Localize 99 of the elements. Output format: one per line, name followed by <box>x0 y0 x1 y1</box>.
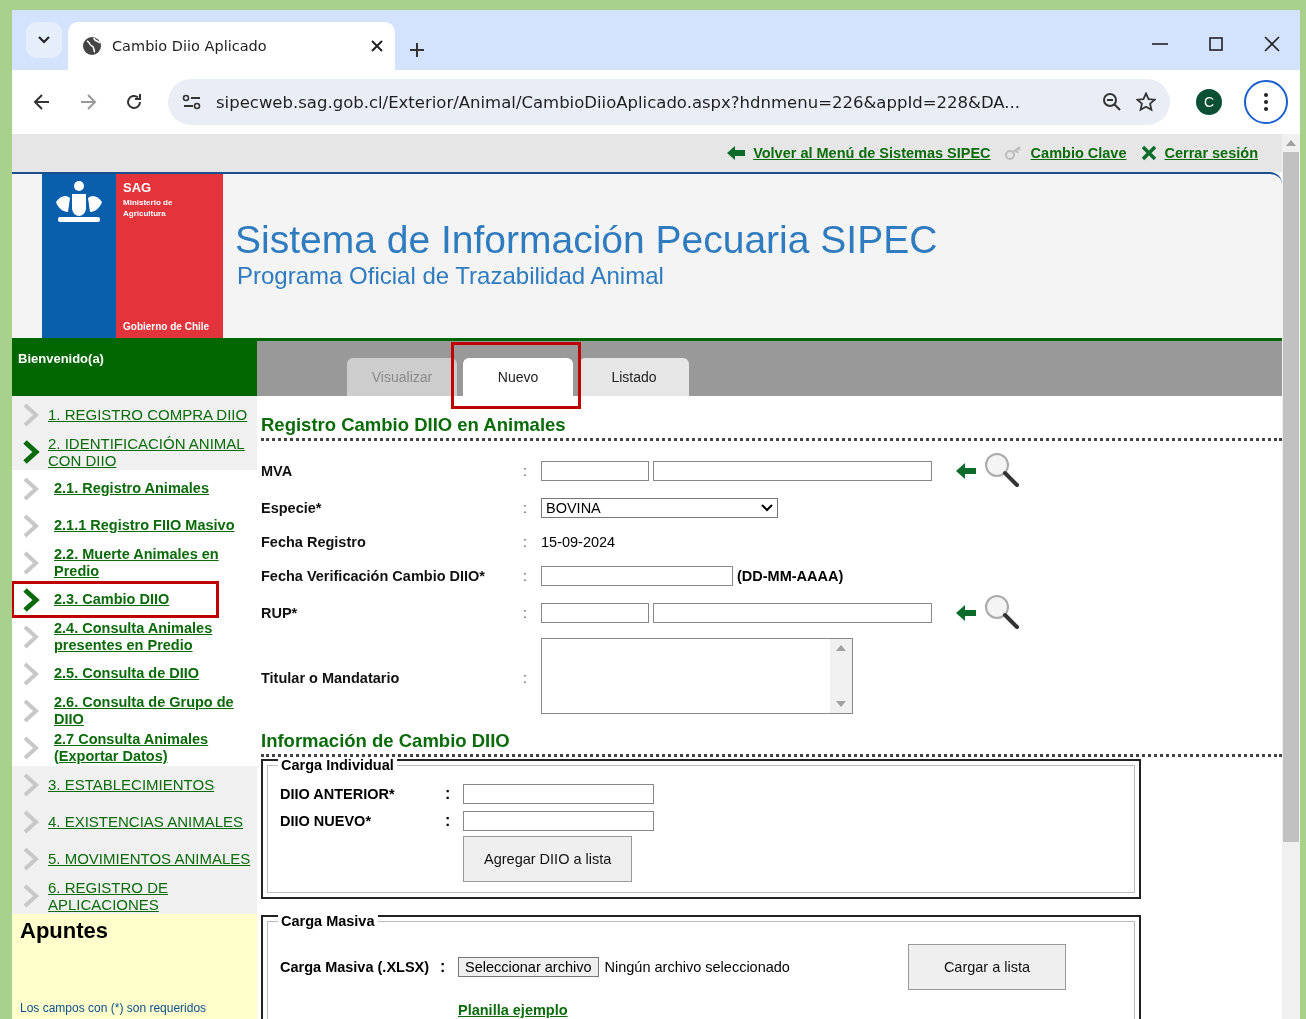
logo-text: Ministerio de Agricultura <box>123 197 174 219</box>
back-arrow-icon[interactable] <box>956 605 976 621</box>
star-icon <box>1136 92 1156 112</box>
field-colon: : <box>523 568 528 584</box>
chevron-down-icon <box>761 504 773 512</box>
menu-link[interactable]: 2.3. Cambio DIIO <box>54 591 170 608</box>
back-arrow-icon[interactable] <box>956 463 976 479</box>
field-colon: : <box>523 500 528 516</box>
menu-button[interactable] <box>1244 80 1288 124</box>
panel-legend: Carga Individual <box>278 757 397 773</box>
forward-button[interactable] <box>78 92 98 112</box>
close-tab-button[interactable] <box>371 40 383 52</box>
close-icon <box>1264 36 1280 52</box>
choose-file-button[interactable]: Seleccionar archivo <box>458 957 599 977</box>
input-field[interactable] <box>653 603 932 623</box>
menu-link[interactable]: 2.7 Consulta Animales (Exportar Datos) <box>54 730 253 765</box>
field-colon: : <box>445 811 452 830</box>
browser-tab[interactable]: Cambio Diio Aplicado <box>68 22 395 70</box>
field-colon: : <box>523 534 528 550</box>
tab-title: Cambio Diio Aplicado <box>112 38 268 54</box>
header-link[interactable]: Cambio Clave <box>1004 145 1127 161</box>
menu-link[interactable]: 2.2. Muerte Animales en Predio <box>54 545 253 580</box>
logo-text: Gobierno de Chile <box>123 321 211 332</box>
zoom-out-icon <box>1102 92 1122 112</box>
new-tab-button[interactable] <box>409 42 425 58</box>
forward-arrow-icon <box>78 92 98 112</box>
back-arrow-icon <box>727 146 746 160</box>
menu-icon <box>1264 93 1268 111</box>
profile-avatar[interactable]: C <box>1196 89 1222 115</box>
notes-title: Apuntes <box>20 918 109 944</box>
template-link[interactable]: Planilla ejemplo <box>458 1002 568 1018</box>
plus-icon <box>409 42 425 58</box>
field-colon: : <box>445 784 452 803</box>
input-field[interactable] <box>653 461 932 481</box>
scrollbar[interactable] <box>1282 134 1300 1019</box>
minimize-icon <box>1152 43 1168 45</box>
page-tab[interactable]: Listado <box>579 358 689 396</box>
back-button[interactable] <box>32 92 52 112</box>
maximize-button[interactable] <box>1208 36 1224 52</box>
reload-button[interactable] <box>124 92 144 112</box>
back-arrow-icon <box>32 92 52 112</box>
close-window-button[interactable] <box>1264 36 1280 52</box>
text-area[interactable] <box>541 638 853 714</box>
header-link[interactable]: Cerrar sesión <box>1140 145 1258 161</box>
field-label: Fecha Verificación Cambio DIIO* <box>261 568 486 584</box>
menu-link[interactable]: 2.4. Consulta Animales presentes en Predio <box>54 619 253 654</box>
field-colon: : <box>440 958 447 976</box>
field-colon: : <box>523 669 528 686</box>
date-field[interactable] <box>541 566 733 586</box>
input-field[interactable] <box>541 603 649 623</box>
close-icon <box>1140 145 1157 161</box>
field-label: Fecha Registro <box>261 534 367 550</box>
menu-link[interactable]: 2.1. Registro Animales <box>54 480 209 497</box>
url-text: sipecweb.sag.gob.cl/Exterior/Animal/CambioDiioAplicado.aspx?hdnmenu=226&appId=228&DA... <box>216 92 1022 112</box>
header-link[interactable]: Volver al Menú de Sistemas SIPEC <box>727 145 991 161</box>
add-button[interactable]: Agregar DIIO a lista <box>463 836 633 882</box>
scroll-down-icon <box>836 701 846 707</box>
notes-text: Los campos con (*) son requeridos <box>20 1001 208 1015</box>
field-label: DIIO NUEVO* <box>280 812 373 829</box>
field-label: Especie* <box>261 500 323 516</box>
scroll-thumb[interactable] <box>1283 152 1299 842</box>
field-value: 15-09-2024 <box>541 534 616 550</box>
bookmark-button[interactable] <box>1136 92 1156 112</box>
menu-link[interactable]: 2.6. Consulta de Grupo de DIIO <box>54 693 253 728</box>
section-title: Registro Cambio DIIO en Animales <box>261 414 1282 441</box>
date-format-hint: (DD-MM-AAAA) <box>737 568 844 584</box>
species-dropdown[interactable]: BOVINA <box>541 498 778 518</box>
chevron-down-icon <box>37 35 51 45</box>
input-field[interactable] <box>463 810 654 831</box>
maximize-icon <box>1208 36 1224 52</box>
site-title: Sistema de Información Pecuaria SIPEC <box>235 218 938 262</box>
key-icon <box>1004 146 1023 160</box>
scroll-up-icon <box>836 645 846 651</box>
field-colon: : <box>523 605 528 621</box>
close-icon <box>371 40 383 52</box>
globe-icon <box>82 36 102 56</box>
welcome-text: Bienvenido(a) <box>12 341 257 396</box>
field-label: MVA <box>261 463 294 479</box>
menu-link[interactable]: 2.1.1 Registro FIIO Masivo <box>54 517 235 534</box>
page-tab[interactable]: Nuevo <box>463 358 573 396</box>
reload-icon <box>124 92 144 112</box>
field-label: Carga Masiva (.XLSX) <box>280 958 431 976</box>
file-status: Ningún archivo seleccionado <box>604 959 790 975</box>
panel-legend: Carga Masiva <box>278 913 378 929</box>
scroll-up-icon <box>1286 140 1296 146</box>
field-colon: : <box>523 463 528 479</box>
logo-text: SAG <box>123 180 153 195</box>
upload-button[interactable]: Cargar a lista <box>908 944 1066 990</box>
field-label: Titular o Mandatario <box>261 669 401 686</box>
field-label: DIIO ANTERIOR* <box>280 785 396 802</box>
zoom-button[interactable] <box>1102 92 1122 112</box>
field-label: RUP* <box>261 605 299 621</box>
input-field[interactable] <box>463 783 654 804</box>
menu-link[interactable]: 2.5. Consulta de DIIO <box>54 665 200 682</box>
site-settings-icon <box>182 94 202 110</box>
site-subtitle: Programa Oficial de Trazabilidad Animal <box>237 262 665 290</box>
input-field[interactable] <box>541 461 649 481</box>
tab-list-button[interactable] <box>26 22 62 58</box>
address-bar[interactable]: sipecweb.sag.gob.cl/Exterior/Animal/CambioDiioAplicado.aspx?hdnmenu=226&appId=228&DA... <box>168 79 1170 125</box>
